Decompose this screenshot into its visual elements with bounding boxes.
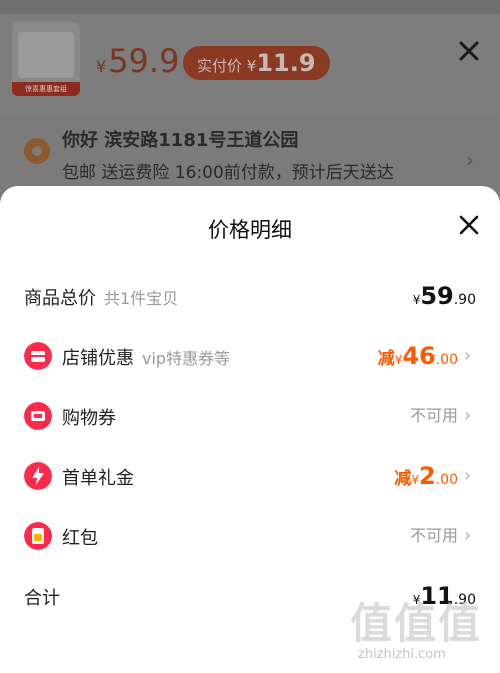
row-red-packet[interactable]: 红包 不可用 › bbox=[0, 516, 500, 556]
chevron-right-icon: › bbox=[464, 405, 472, 426]
row-status: 不可用 bbox=[409, 406, 458, 425]
voucher-icon bbox=[24, 402, 52, 430]
row-label: 合计 bbox=[24, 588, 60, 609]
row-amount: 减¥46.00 bbox=[377, 342, 458, 370]
chevron-right-icon: › bbox=[464, 345, 472, 366]
delivery-info: 包邮 送运费险 16:00前付款，预计后天送达 bbox=[62, 163, 394, 183]
chevron-right-icon: › bbox=[466, 148, 474, 172]
product-thumbnail[interactable]: 惊喜惠惠套组 bbox=[12, 22, 80, 96]
sku-price: ¥59.9 bbox=[96, 42, 180, 80]
row-sub: vip特惠券等 bbox=[142, 349, 231, 368]
row-status: 不可用 bbox=[409, 526, 458, 545]
row-shop-discount[interactable]: 店铺优惠 vip特惠券等 减¥46.00 › bbox=[0, 336, 500, 376]
row-amount: 减¥2.00 bbox=[394, 462, 458, 490]
actual-pay-badge[interactable]: 实付价 ¥11.9 bbox=[183, 46, 330, 80]
row-label: 购物券 bbox=[62, 408, 116, 429]
row-amount: ¥59.90 bbox=[412, 282, 476, 310]
chevron-right-icon: › bbox=[464, 465, 472, 486]
lightning-icon bbox=[24, 462, 52, 490]
row-shopping-voucher[interactable]: 购物券 不可用 › bbox=[0, 396, 500, 436]
row-sub: 共1件宝贝 bbox=[104, 289, 179, 308]
status-bar bbox=[0, 0, 500, 14]
row-total-goods: 商品总价 共1件宝贝 ¥59.90 bbox=[0, 276, 500, 316]
thumbnail-caption: 惊喜惠惠套组 bbox=[12, 82, 80, 96]
close-icon[interactable] bbox=[456, 38, 482, 64]
address-recipient: 你好 滨安路1181号王道公园 bbox=[62, 130, 299, 151]
row-label: 店铺优惠 bbox=[62, 348, 134, 369]
row-label: 首单礼金 bbox=[62, 468, 134, 489]
row-label: 红包 bbox=[62, 528, 98, 549]
watermark: 值值值 zhizhizhi.com bbox=[350, 590, 490, 662]
red-packet-icon bbox=[24, 522, 52, 550]
sheet-title: 价格明细 bbox=[208, 218, 292, 242]
close-icon[interactable] bbox=[456, 212, 482, 238]
watermark-logo: 值值值 bbox=[350, 599, 483, 648]
location-pin-icon bbox=[24, 138, 50, 164]
row-label: 商品总价 bbox=[24, 288, 96, 309]
chevron-right-icon: › bbox=[464, 525, 472, 546]
product-image bbox=[18, 32, 74, 78]
shop-icon bbox=[24, 342, 52, 370]
row-first-order-bonus[interactable]: 首单礼金 减¥2.00 › bbox=[0, 456, 500, 496]
